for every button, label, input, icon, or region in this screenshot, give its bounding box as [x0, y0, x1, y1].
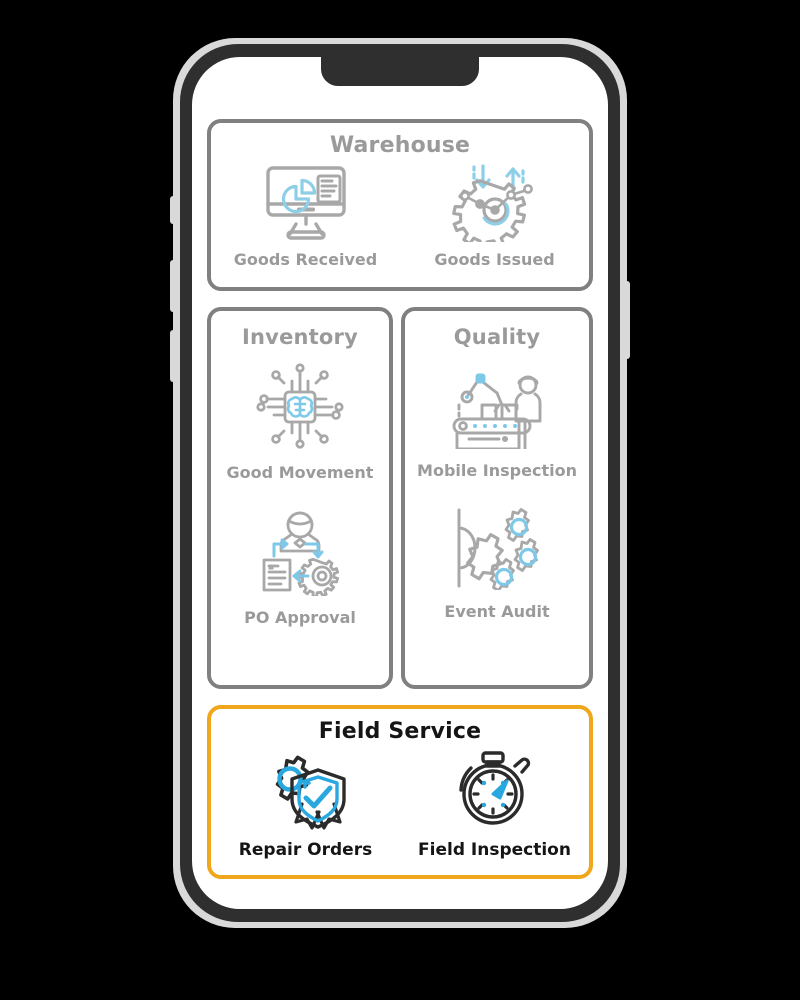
- conveyor-worker-icon: [447, 361, 547, 453]
- document-approval-icon: [252, 508, 348, 600]
- gears-cluster-icon: [449, 506, 545, 594]
- tile-label-field-inspection: Field Inspection: [418, 840, 571, 860]
- mute-switch[interactable]: [170, 196, 175, 224]
- tile-label-good-movement: Good Movement: [226, 463, 374, 482]
- phone-notch: [321, 57, 479, 86]
- gear-shield-check-icon: [258, 746, 354, 836]
- tile-grid-warehouse: Goods Received Goods Issued: [211, 162, 589, 269]
- tile-repair-orders[interactable]: Repair Orders: [211, 746, 400, 860]
- card-inventory[interactable]: Inventory Good Movement PO Approval: [207, 307, 393, 689]
- card-title-inventory: Inventory: [242, 325, 358, 349]
- card-title-field-service: Field Service: [318, 719, 482, 744]
- tile-grid-field-service: Repair Orders Field Inspection: [211, 746, 589, 860]
- card-title-quality: Quality: [453, 325, 541, 349]
- tile-label-po-approval: PO Approval: [244, 608, 356, 627]
- tile-label-goods-received: Goods Received: [233, 250, 378, 269]
- gear-arrows-icon: [447, 162, 543, 251]
- monitor-pie-chart-icon: [258, 162, 354, 246]
- tile-label-event-audit: Event Audit: [444, 602, 550, 621]
- power-button[interactable]: [625, 281, 630, 359]
- tile-goods-received[interactable]: Goods Received: [211, 162, 400, 269]
- tile-grid-quality: Mobile Inspection Event Audit: [405, 349, 589, 621]
- tile-grid-inventory: Good Movement PO Approval: [211, 349, 389, 627]
- tile-label-mobile-inspection: Mobile Inspection: [417, 461, 577, 480]
- tile-event-audit[interactable]: Event Audit: [405, 506, 589, 621]
- card-quality[interactable]: Quality Mobile Inspection Event Audit: [401, 307, 593, 689]
- tile-mobile-inspection[interactable]: Mobile Inspection: [405, 361, 589, 480]
- app-home-screen: Warehouse Goods Received Goods Issued In…: [192, 57, 608, 909]
- screenshot-stage: Warehouse Goods Received Goods Issued In…: [0, 0, 800, 1000]
- tile-goods-issued[interactable]: Goods Issued: [400, 162, 589, 269]
- card-warehouse[interactable]: Warehouse Goods Received Goods Issued: [207, 119, 593, 291]
- tile-good-movement[interactable]: Good Movement: [211, 361, 389, 482]
- tile-label-repair-orders: Repair Orders: [238, 840, 373, 860]
- volume-up-button[interactable]: [170, 260, 175, 312]
- tile-field-inspection[interactable]: Field Inspection: [400, 746, 589, 860]
- tile-po-approval[interactable]: PO Approval: [211, 508, 389, 627]
- card-field-service[interactable]: Field Service Repair Orders Field Inspec…: [207, 705, 593, 879]
- phone-screen: Warehouse Goods Received Goods Issued In…: [192, 57, 608, 909]
- card-title-warehouse: Warehouse: [329, 133, 471, 158]
- volume-down-button[interactable]: [170, 330, 175, 382]
- chip-brain-icon: [254, 361, 346, 455]
- tile-label-goods-issued: Goods Issued: [434, 250, 555, 269]
- stopwatch-icon: [447, 746, 543, 836]
